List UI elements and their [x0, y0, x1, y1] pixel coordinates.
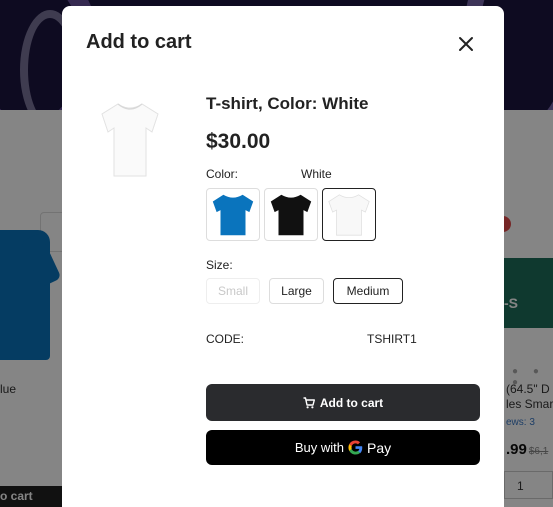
buy-with-label: Buy with: [294, 440, 344, 455]
modal-title: Add to cart: [86, 31, 192, 53]
pay-label: Pay: [367, 439, 392, 456]
google-g-icon: [348, 440, 363, 455]
size-option-large[interactable]: Large: [269, 278, 324, 304]
size-option-small[interactable]: Small: [206, 278, 260, 304]
product-name: T-shirt, Color: White: [206, 94, 369, 113]
white-tshirt-image: [98, 100, 162, 178]
close-icon[interactable]: [454, 32, 478, 56]
cart-icon: [303, 396, 315, 409]
add-to-cart-label: Add to cart: [319, 395, 384, 410]
color-swatch-blue[interactable]: [206, 188, 260, 241]
google-pay-button[interactable]: Buy with Pay: [206, 430, 480, 465]
selected-color-value: White: [301, 167, 332, 181]
color-label: Color:: [206, 167, 239, 181]
code-label: CODE:: [206, 332, 245, 346]
size-label: Size:: [206, 258, 233, 272]
add-to-cart-modal: Add to cart T-shirt, Color: White $30.00…: [62, 6, 504, 507]
code-value: TSHIRT1: [367, 332, 417, 346]
color-swatch-white[interactable]: [322, 188, 376, 241]
product-price: $30.00: [206, 130, 271, 153]
add-to-cart-button[interactable]: Add to cart: [206, 384, 480, 421]
color-swatch-black[interactable]: [264, 188, 318, 241]
size-option-medium[interactable]: Medium: [333, 278, 403, 304]
